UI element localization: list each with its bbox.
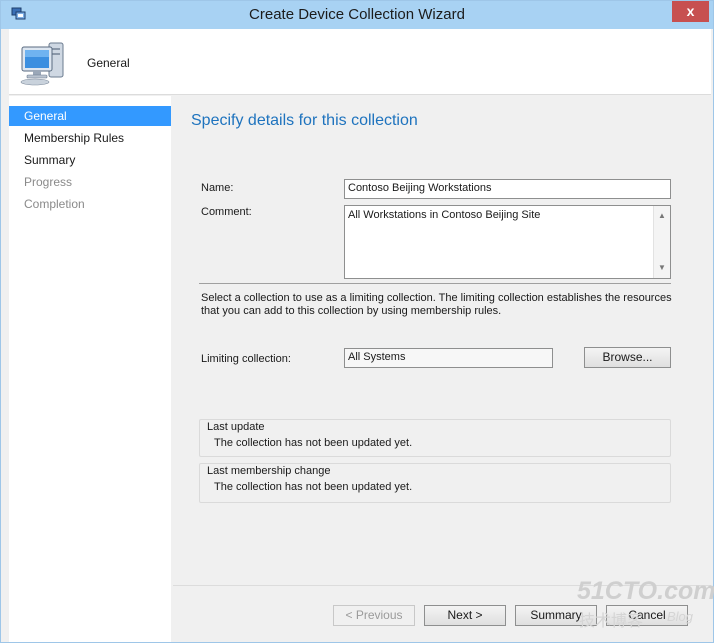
close-icon: x	[686, 3, 695, 19]
wizard-header: General	[9, 29, 711, 95]
section-separator	[199, 283, 671, 284]
last-update-group: Last update The collection has not been …	[199, 419, 671, 457]
last-update-title: Last update	[207, 421, 265, 433]
watermark-main: 51CTO.com	[577, 577, 714, 605]
comment-scrollbar[interactable]: ▲ ▼	[653, 206, 670, 278]
wizard-nav: General Membership Rules Summary Progres…	[9, 96, 171, 642]
page-heading: Specify details for this collection	[191, 112, 418, 129]
wizard-window: Create Device Collection Wizard x Genera…	[0, 0, 714, 643]
title-bar[interactable]: Create Device Collection Wizard x	[1, 1, 713, 29]
window-title: Create Device Collection Wizard	[249, 6, 465, 23]
limiting-collection-label: Limiting collection:	[201, 353, 291, 365]
next-button[interactable]: Next >	[424, 605, 506, 626]
comment-text: All Workstations in Contoso Beijing Site	[348, 209, 541, 221]
nav-item-progress: Progress	[24, 175, 73, 189]
limiting-info-text: Select a collection to use as a limiting…	[201, 292, 672, 317]
previous-button[interactable]: < Previous	[333, 605, 415, 626]
watermark-blog: Blog	[667, 609, 694, 624]
comment-label: Comment:	[201, 206, 252, 218]
nav-item-membership-rules[interactable]: Membership Rules	[9, 128, 171, 148]
last-update-text: The collection has not been updated yet.	[214, 437, 413, 449]
watermark: 51CTO.com 技术博客 Blog	[577, 577, 714, 633]
nav-item-summary[interactable]: Summary	[9, 150, 171, 170]
computer-monitor-icon	[20, 42, 64, 86]
close-button[interactable]: x	[672, 1, 709, 22]
comment-textarea[interactable]: All Workstations in Contoso Beijing Site…	[344, 205, 671, 279]
watermark-sub: 技术博客	[579, 613, 644, 630]
header-title: General	[87, 56, 130, 70]
name-input[interactable]: Contoso Beijing Workstations	[344, 179, 671, 199]
last-membership-change-group: Last membership change The collection ha…	[199, 463, 671, 503]
name-label: Name:	[201, 182, 234, 194]
last-membership-change-text: The collection has not been updated yet.	[214, 481, 413, 493]
scroll-up-icon[interactable]: ▲	[654, 208, 670, 224]
last-membership-change-title: Last membership change	[207, 465, 331, 477]
nav-item-general[interactable]: General	[9, 106, 171, 126]
browse-button[interactable]: Browse...	[584, 347, 671, 368]
nav-item-completion: Completion	[24, 197, 85, 211]
limiting-collection-input[interactable]: All Systems	[344, 348, 553, 368]
scroll-down-icon[interactable]: ▼	[654, 260, 670, 276]
content-pane: Specify details for this collection Name…	[173, 96, 711, 642]
